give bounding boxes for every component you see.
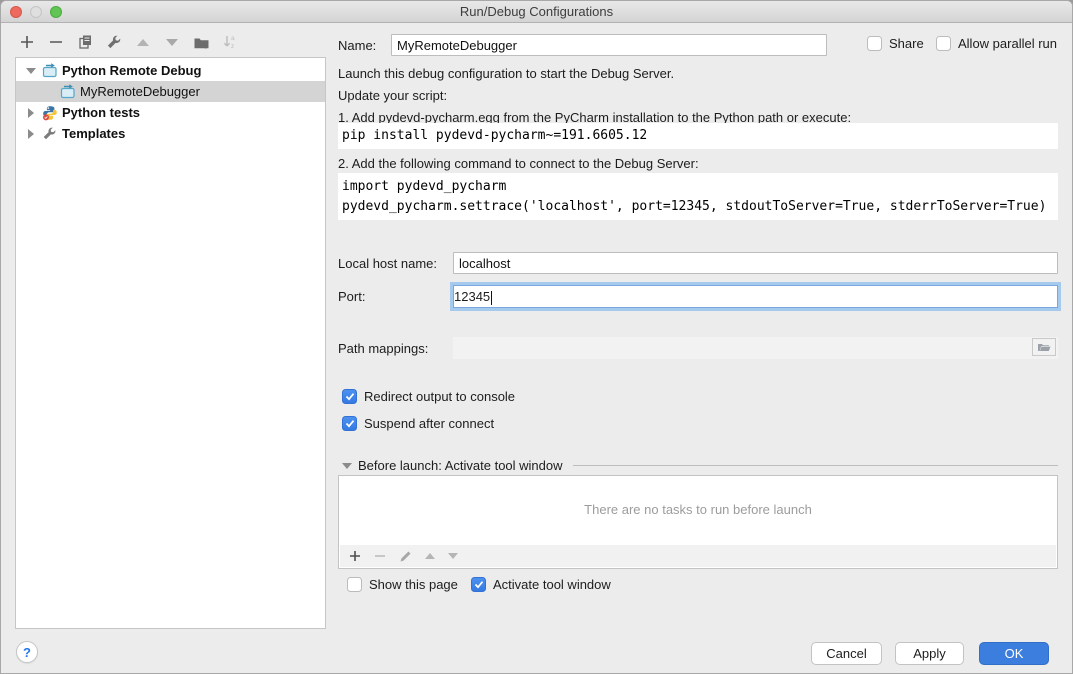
share-label: Share [889,36,924,51]
before-launch-task-list[interactable]: There are no tasks to run before launch [338,475,1058,569]
checkbox-box[interactable] [342,416,357,431]
sort-alphabetically-icon[interactable]: a z [220,32,240,52]
move-up-icon[interactable] [133,32,153,52]
collapse-arrow-icon[interactable] [342,463,352,469]
before-launch-title: Before launch: Activate tool window [358,458,563,473]
svg-text:a: a [231,35,235,42]
redirect-output-checkbox[interactable]: Redirect output to console [342,389,515,404]
port-value: 12345 [454,289,490,304]
activate-tool-window-checkbox[interactable]: Activate tool window [471,577,611,592]
configurations-tree: Python Remote Debug MyRemoteDebugger [15,57,326,629]
add-task-icon[interactable] [349,550,361,562]
cancel-button[interactable]: Cancel [811,642,882,665]
allow-parallel-run-label: Allow parallel run [958,36,1057,51]
remote-debug-config-icon [59,84,76,100]
remove-task-icon[interactable] [374,550,386,562]
move-task-down-icon[interactable] [448,553,458,559]
name-input[interactable] [391,34,827,56]
suspend-after-connect-checkbox[interactable]: Suspend after connect [342,416,494,431]
task-list-toolbar [340,545,1056,567]
intro-text-line2: Update your script: [338,88,447,103]
share-checkbox[interactable]: Share [867,36,924,51]
tree-item-python-tests[interactable]: Python tests [16,102,325,123]
ok-button[interactable]: OK [979,642,1049,665]
activate-tool-window-label: Activate tool window [493,577,611,592]
expand-arrow-icon[interactable] [24,108,38,118]
traffic-lights [10,6,62,18]
suspend-after-connect-label: Suspend after connect [364,416,494,431]
question-mark-icon: ? [23,645,31,660]
edit-task-icon[interactable] [399,550,412,563]
edit-templates-icon[interactable] [104,32,124,52]
tree-item-label: Templates [62,126,125,141]
name-label: Name: [338,38,376,53]
templates-wrench-icon [41,126,58,142]
new-folder-icon[interactable] [191,32,211,52]
add-icon[interactable] [17,32,37,52]
tree-item-label: Python Remote Debug [62,63,201,78]
configurations-toolbar: a z [17,31,240,53]
code-line: pip install pydevd-pycharm~=191.6605.12 [342,123,1058,143]
step2-text: 2. Add the following command to connect … [338,156,699,171]
code-line: pydevd_pycharm.settrace('localhost', por… [342,197,1058,217]
zoom-button[interactable] [50,6,62,18]
apply-button[interactable]: Apply [895,642,964,665]
code-line: import pydevd_pycharm [342,177,1058,197]
open-folder-icon [1037,342,1051,353]
settrace-code-block: import pydevd_pycharm pydevd_pycharm.set… [338,173,1058,220]
show-this-page-label: Show this page [369,577,458,592]
port-input[interactable]: 12345 [453,285,1058,308]
checkbox-box[interactable] [936,36,951,51]
browse-folder-button[interactable] [1032,338,1056,356]
tree-item-myremotedebugger[interactable]: MyRemoteDebugger [16,81,325,102]
intro-text-line1: Launch this debug configuration to start… [338,66,674,81]
path-mappings-label: Path mappings: [338,341,428,356]
checkbox-box[interactable] [347,577,362,592]
move-task-up-icon[interactable] [425,553,435,559]
copy-icon[interactable] [75,32,95,52]
pip-install-code-block: pip install pydevd-pycharm~=191.6605.12 [338,123,1058,149]
configuration-editor: Name: Share Allow parallel run Launch th… [338,1,1058,674]
port-label: Port: [338,289,365,304]
svg-text:z: z [231,43,234,50]
minimize-button[interactable] [30,6,42,18]
help-button[interactable]: ? [16,641,38,663]
collapse-arrow-icon[interactable] [24,68,38,74]
remove-icon[interactable] [46,32,66,52]
tree-item-python-remote-debug[interactable]: Python Remote Debug [16,60,325,81]
python-tests-icon [41,105,58,121]
move-down-icon[interactable] [162,32,182,52]
tree-item-label: Python tests [62,105,140,120]
checkbox-box[interactable] [342,389,357,404]
checkbox-box[interactable] [471,577,486,592]
local-host-name-input[interactable] [453,252,1058,274]
before-launch-section-header[interactable]: Before launch: Activate tool window [342,458,1058,473]
section-divider [573,465,1058,466]
close-button[interactable] [10,6,22,18]
show-this-page-checkbox[interactable]: Show this page [347,577,458,592]
remote-debug-config-icon [41,63,58,79]
empty-task-list-text: There are no tasks to run before launch [339,502,1057,517]
tree-item-label: MyRemoteDebugger [80,84,200,99]
tree-item-templates[interactable]: Templates [16,123,325,144]
redirect-output-label: Redirect output to console [364,389,515,404]
path-mappings-input[interactable] [453,337,1058,359]
text-caret [491,291,492,305]
local-host-name-label: Local host name: [338,256,437,271]
run-debug-configurations-dialog: Run/Debug Configurations [0,0,1073,674]
allow-parallel-run-checkbox[interactable]: Allow parallel run [936,36,1057,51]
expand-arrow-icon[interactable] [24,129,38,139]
checkbox-box[interactable] [867,36,882,51]
